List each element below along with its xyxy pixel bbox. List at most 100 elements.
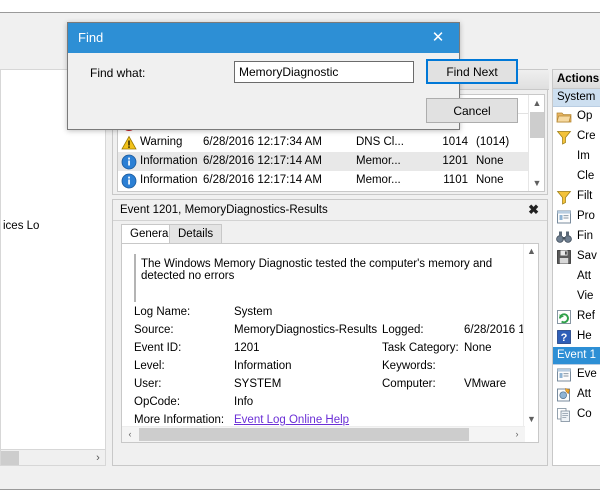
action-item-label: Sav (577, 250, 597, 262)
detail-hscroll-thumb[interactable] (139, 428, 469, 441)
svg-text:?: ? (561, 332, 568, 344)
property-row: OpCode:Info (134, 396, 524, 414)
property-key: Event ID: (134, 342, 181, 354)
action-item-att[interactable]: Att (553, 267, 600, 287)
action-item-label: Eve (577, 368, 597, 380)
scroll-up-arrow-icon[interactable]: ▲ (529, 95, 545, 111)
property-value: Information (234, 360, 292, 372)
action-item-ref[interactable]: Ref (553, 307, 600, 327)
cell-source: Memor... (356, 174, 401, 186)
table-row[interactable]: Information6/28/2016 12:17:14 AMMemor...… (118, 171, 530, 190)
close-icon[interactable]: ✕ (417, 23, 459, 53)
property-value: SYSTEM (234, 378, 281, 390)
action-item-label: Vie (577, 290, 593, 302)
refresh-icon (556, 309, 572, 325)
property-key: Source: (134, 324, 174, 336)
more-information-label: More Information: (134, 414, 224, 426)
find-input[interactable] (234, 61, 414, 83)
action-item-filt[interactable]: Filt (553, 187, 600, 207)
event-detail-title: Event 1201, MemoryDiagnostics-Results (120, 204, 328, 216)
action-item-cre[interactable]: Cre (553, 127, 600, 147)
action-item-co[interactable]: Co (553, 405, 600, 425)
table-row[interactable]: Warning6/28/2016 12:17:34 AMDNS Cl...101… (118, 133, 530, 152)
action-item-label: Fin (577, 230, 593, 242)
actions-pane-header: Actions (553, 70, 600, 89)
detail-vertical-scrollbar[interactable]: ▲ ▼ (523, 244, 538, 427)
cell-task-category: (1014) (476, 136, 509, 148)
tree-horizontal-scrollbar[interactable]: › (1, 449, 106, 465)
tree-hscroll-thumb[interactable] (1, 451, 19, 465)
close-icon[interactable]: ✖ (528, 202, 539, 218)
action-item-he[interactable]: ? He (553, 327, 600, 347)
information-icon (121, 173, 136, 188)
property-key: Level: (134, 360, 165, 372)
event-list-scroll-thumb[interactable] (530, 112, 544, 138)
action-item-eve[interactable]: Eve (553, 365, 600, 385)
action-item-label: Filt (577, 190, 592, 202)
actions-list: System Op Cre Im Cle Filt Pro Fin Sav Att Vie Ref? H… (553, 89, 600, 425)
action-item-label: Co (577, 408, 592, 420)
tree-hscroll-right-arrow-icon[interactable]: › (91, 450, 105, 466)
property-key: Logged: (382, 324, 424, 336)
action-item-fin[interactable]: Fin (553, 227, 600, 247)
actions-section-header: Event 1 (553, 347, 600, 365)
tree-node-label[interactable]: ices Lo (3, 220, 39, 232)
attach-task-icon (556, 387, 572, 403)
action-item-label: He (577, 330, 592, 342)
property-row: Log Name:System (134, 306, 524, 324)
action-item-label: Att (577, 270, 591, 282)
event-log-online-help-link[interactable]: Event Log Online Help (234, 414, 349, 426)
cell-task-category: None (476, 174, 504, 186)
property-key: Keywords: (382, 360, 436, 372)
action-item-label: Att (577, 388, 591, 400)
tab-details[interactable]: Details (169, 224, 222, 244)
help-icon: ? (556, 329, 572, 345)
property-value: MemoryDiagnostics-Results (234, 324, 377, 336)
binoculars-icon (556, 229, 572, 245)
detail-scroll-left-arrow-icon[interactable]: ‹ (122, 427, 138, 442)
cancel-button[interactable]: Cancel (426, 98, 518, 123)
event-detail-body[interactable]: The Windows Memory Diagnostic tested the… (121, 243, 539, 443)
action-item-cle[interactable]: Cle (553, 167, 600, 187)
cell-level: Information (140, 155, 198, 167)
action-item-label: Cre (577, 130, 596, 142)
event-detail-panel: Event 1201, MemoryDiagnostics-Results ✖ … (112, 199, 548, 466)
action-item-op[interactable]: Op (553, 107, 600, 127)
action-item-sav[interactable]: Sav (553, 247, 600, 267)
property-value: 1201 (234, 342, 260, 354)
action-item-im[interactable]: Im (553, 147, 600, 167)
event-list-vertical-scrollbar[interactable]: ▲ ▼ (528, 95, 544, 191)
find-what-label: Find what: (90, 66, 145, 80)
action-item-label: Op (577, 110, 592, 122)
detail-scroll-right-arrow-icon[interactable]: › (509, 427, 525, 442)
property-value: System (234, 306, 272, 318)
table-row[interactable]: Information6/28/2016 12:17:14 AMMemor...… (118, 152, 530, 171)
cell-level: Warning (140, 136, 182, 148)
action-item-att[interactable]: Att (553, 385, 600, 405)
actions-section-label: System (557, 91, 595, 103)
property-row: Level: Information Keywords: (134, 360, 524, 378)
find-dialog-title: Find (78, 30, 103, 45)
find-dialog-titlebar: Find ✕ (68, 23, 459, 53)
properties-icon (556, 209, 572, 225)
action-item-vie[interactable]: Vie (553, 287, 600, 307)
property-value: Info (234, 396, 253, 408)
cell-task-category: None (476, 155, 504, 167)
property-key: Task Category: (382, 342, 459, 354)
filter-funnel-icon (556, 189, 572, 205)
action-item-label: Cle (577, 170, 594, 182)
properties-icon (556, 367, 572, 383)
scroll-down-arrow-icon[interactable]: ▼ (529, 175, 545, 191)
property-row: Source:MemoryDiagnostics-ResultsLogged:6… (134, 324, 524, 342)
detail-scroll-down-arrow-icon[interactable]: ▼ (524, 412, 539, 427)
warning-icon (121, 135, 136, 150)
filter-funnel-icon (556, 129, 572, 145)
detail-horizontal-scrollbar[interactable]: ‹ › (122, 426, 525, 442)
action-item-pro[interactable]: Pro (553, 207, 600, 227)
find-next-button[interactable]: Find Next (426, 59, 518, 84)
actions-section-label: Event 1 (557, 349, 596, 361)
actions-section-header: System (553, 89, 600, 107)
cell-date: 6/28/2016 12:17:14 AM (203, 155, 322, 167)
property-row: Event ID:1201Task Category:None (134, 342, 524, 360)
detail-scroll-up-arrow-icon[interactable]: ▲ (524, 244, 539, 259)
